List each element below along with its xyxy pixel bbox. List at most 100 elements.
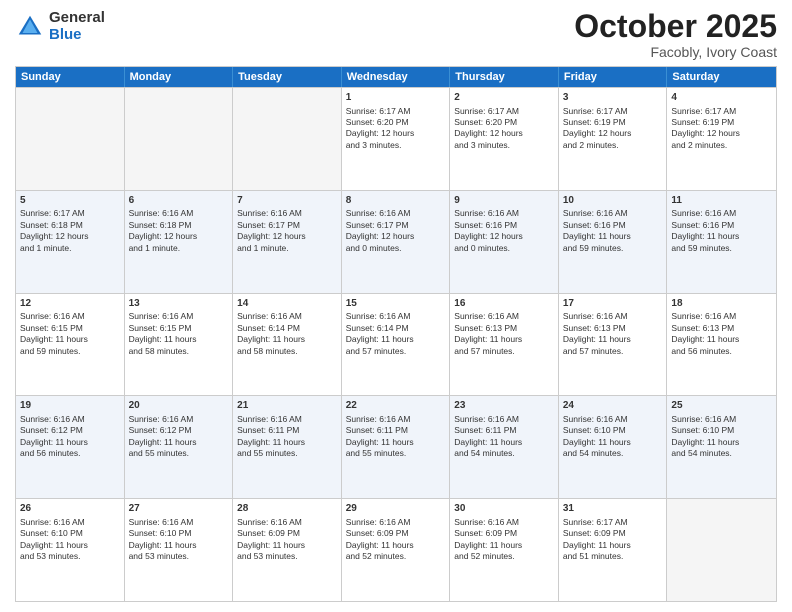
calendar-location: Facobly, Ivory Coast <box>574 44 777 60</box>
day-info: Sunrise: 6:16 AM <box>237 414 337 425</box>
day-info: Sunset: 6:10 PM <box>20 528 120 539</box>
day-info: Sunrise: 6:17 AM <box>346 106 446 117</box>
calendar-cell: 3Sunrise: 6:17 AMSunset: 6:19 PMDaylight… <box>559 88 668 190</box>
day-info: Daylight: 11 hours <box>346 334 446 345</box>
day-info: Sunrise: 6:16 AM <box>454 517 554 528</box>
day-info: Sunrise: 6:16 AM <box>129 311 229 322</box>
day-number: 13 <box>129 297 229 311</box>
day-info: Daylight: 12 hours <box>346 231 446 242</box>
day-info: Daylight: 11 hours <box>20 437 120 448</box>
day-info: Daylight: 11 hours <box>129 334 229 345</box>
logo-icon <box>15 12 45 42</box>
day-info: Sunrise: 6:17 AM <box>563 106 663 117</box>
day-number: 12 <box>20 297 120 311</box>
day-info: Sunset: 6:16 PM <box>563 220 663 231</box>
day-info: Daylight: 11 hours <box>129 437 229 448</box>
calendar-cell: 19Sunrise: 6:16 AMSunset: 6:12 PMDayligh… <box>16 396 125 498</box>
day-info: Sunset: 6:15 PM <box>20 323 120 334</box>
day-info: Sunrise: 6:16 AM <box>20 311 120 322</box>
calendar-row: 1Sunrise: 6:17 AMSunset: 6:20 PMDaylight… <box>16 87 776 190</box>
day-info: and 57 minutes. <box>454 346 554 357</box>
day-info: Sunset: 6:17 PM <box>346 220 446 231</box>
day-info: Daylight: 11 hours <box>671 231 772 242</box>
header: General Blue October 2025 Facobly, Ivory… <box>15 10 777 60</box>
calendar-row: 26Sunrise: 6:16 AMSunset: 6:10 PMDayligh… <box>16 498 776 601</box>
calendar-cell: 15Sunrise: 6:16 AMSunset: 6:14 PMDayligh… <box>342 294 451 396</box>
day-info: Sunrise: 6:16 AM <box>237 311 337 322</box>
day-number: 30 <box>454 502 554 516</box>
day-info: and 59 minutes. <box>20 346 120 357</box>
day-number: 25 <box>671 399 772 413</box>
day-number: 27 <box>129 502 229 516</box>
day-info: Sunset: 6:17 PM <box>237 220 337 231</box>
day-info: Daylight: 11 hours <box>346 540 446 551</box>
day-info: Sunrise: 6:16 AM <box>346 208 446 219</box>
day-info: and 1 minute. <box>129 243 229 254</box>
day-info: Sunrise: 6:16 AM <box>454 311 554 322</box>
day-info: and 58 minutes. <box>129 346 229 357</box>
day-info: Sunset: 6:14 PM <box>346 323 446 334</box>
day-info: and 3 minutes. <box>454 140 554 151</box>
day-number: 10 <box>563 194 663 208</box>
weekday-header: Monday <box>125 67 234 87</box>
calendar-row: 12Sunrise: 6:16 AMSunset: 6:15 PMDayligh… <box>16 293 776 396</box>
day-info: Daylight: 11 hours <box>20 334 120 345</box>
day-info: Sunset: 6:20 PM <box>454 117 554 128</box>
calendar-cell: 22Sunrise: 6:16 AMSunset: 6:11 PMDayligh… <box>342 396 451 498</box>
day-info: and 53 minutes. <box>237 551 337 562</box>
day-info: Sunrise: 6:16 AM <box>129 517 229 528</box>
day-info: Daylight: 11 hours <box>454 334 554 345</box>
day-info: and 1 minute. <box>237 243 337 254</box>
day-info: and 53 minutes. <box>20 551 120 562</box>
day-info: Sunset: 6:15 PM <box>129 323 229 334</box>
day-info: and 52 minutes. <box>454 551 554 562</box>
logo-blue: Blue <box>49 27 105 44</box>
day-info: Sunrise: 6:16 AM <box>454 208 554 219</box>
day-info: and 2 minutes. <box>671 140 772 151</box>
day-number: 6 <box>129 194 229 208</box>
calendar-cell: 23Sunrise: 6:16 AMSunset: 6:11 PMDayligh… <box>450 396 559 498</box>
day-info: Sunrise: 6:16 AM <box>346 517 446 528</box>
calendar-cell <box>667 499 776 601</box>
day-info: and 51 minutes. <box>563 551 663 562</box>
logo: General Blue <box>15 10 105 43</box>
calendar-cell: 31Sunrise: 6:17 AMSunset: 6:09 PMDayligh… <box>559 499 668 601</box>
calendar-cell <box>16 88 125 190</box>
day-info: Daylight: 11 hours <box>671 437 772 448</box>
day-info: Sunrise: 6:16 AM <box>671 208 772 219</box>
day-number: 31 <box>563 502 663 516</box>
day-info: Sunset: 6:20 PM <box>346 117 446 128</box>
day-info: Sunrise: 6:16 AM <box>671 311 772 322</box>
day-info: Sunset: 6:19 PM <box>671 117 772 128</box>
day-info: Daylight: 11 hours <box>563 540 663 551</box>
day-info: and 52 minutes. <box>346 551 446 562</box>
day-info: Sunset: 6:09 PM <box>346 528 446 539</box>
calendar-cell: 14Sunrise: 6:16 AMSunset: 6:14 PMDayligh… <box>233 294 342 396</box>
day-number: 16 <box>454 297 554 311</box>
day-info: Sunset: 6:16 PM <box>454 220 554 231</box>
calendar-page: General Blue October 2025 Facobly, Ivory… <box>0 0 792 612</box>
calendar-cell: 4Sunrise: 6:17 AMSunset: 6:19 PMDaylight… <box>667 88 776 190</box>
day-info: and 54 minutes. <box>454 448 554 459</box>
day-info: Sunset: 6:09 PM <box>237 528 337 539</box>
day-info: Daylight: 11 hours <box>563 334 663 345</box>
day-info: and 55 minutes. <box>129 448 229 459</box>
calendar-cell: 29Sunrise: 6:16 AMSunset: 6:09 PMDayligh… <box>342 499 451 601</box>
day-info: Sunrise: 6:16 AM <box>129 208 229 219</box>
day-info: and 3 minutes. <box>346 140 446 151</box>
day-info: and 59 minutes. <box>671 243 772 254</box>
day-info: Sunrise: 6:16 AM <box>346 414 446 425</box>
day-info: Daylight: 11 hours <box>671 334 772 345</box>
day-info: Daylight: 11 hours <box>20 540 120 551</box>
day-info: Sunrise: 6:16 AM <box>563 414 663 425</box>
calendar-cell: 6Sunrise: 6:16 AMSunset: 6:18 PMDaylight… <box>125 191 234 293</box>
calendar-cell: 21Sunrise: 6:16 AMSunset: 6:11 PMDayligh… <box>233 396 342 498</box>
day-info: Sunrise: 6:16 AM <box>20 414 120 425</box>
calendar-body: 1Sunrise: 6:17 AMSunset: 6:20 PMDaylight… <box>16 87 776 601</box>
day-info: Daylight: 11 hours <box>237 334 337 345</box>
day-number: 17 <box>563 297 663 311</box>
day-info: Daylight: 12 hours <box>454 128 554 139</box>
day-info: Daylight: 12 hours <box>346 128 446 139</box>
day-number: 7 <box>237 194 337 208</box>
day-number: 14 <box>237 297 337 311</box>
